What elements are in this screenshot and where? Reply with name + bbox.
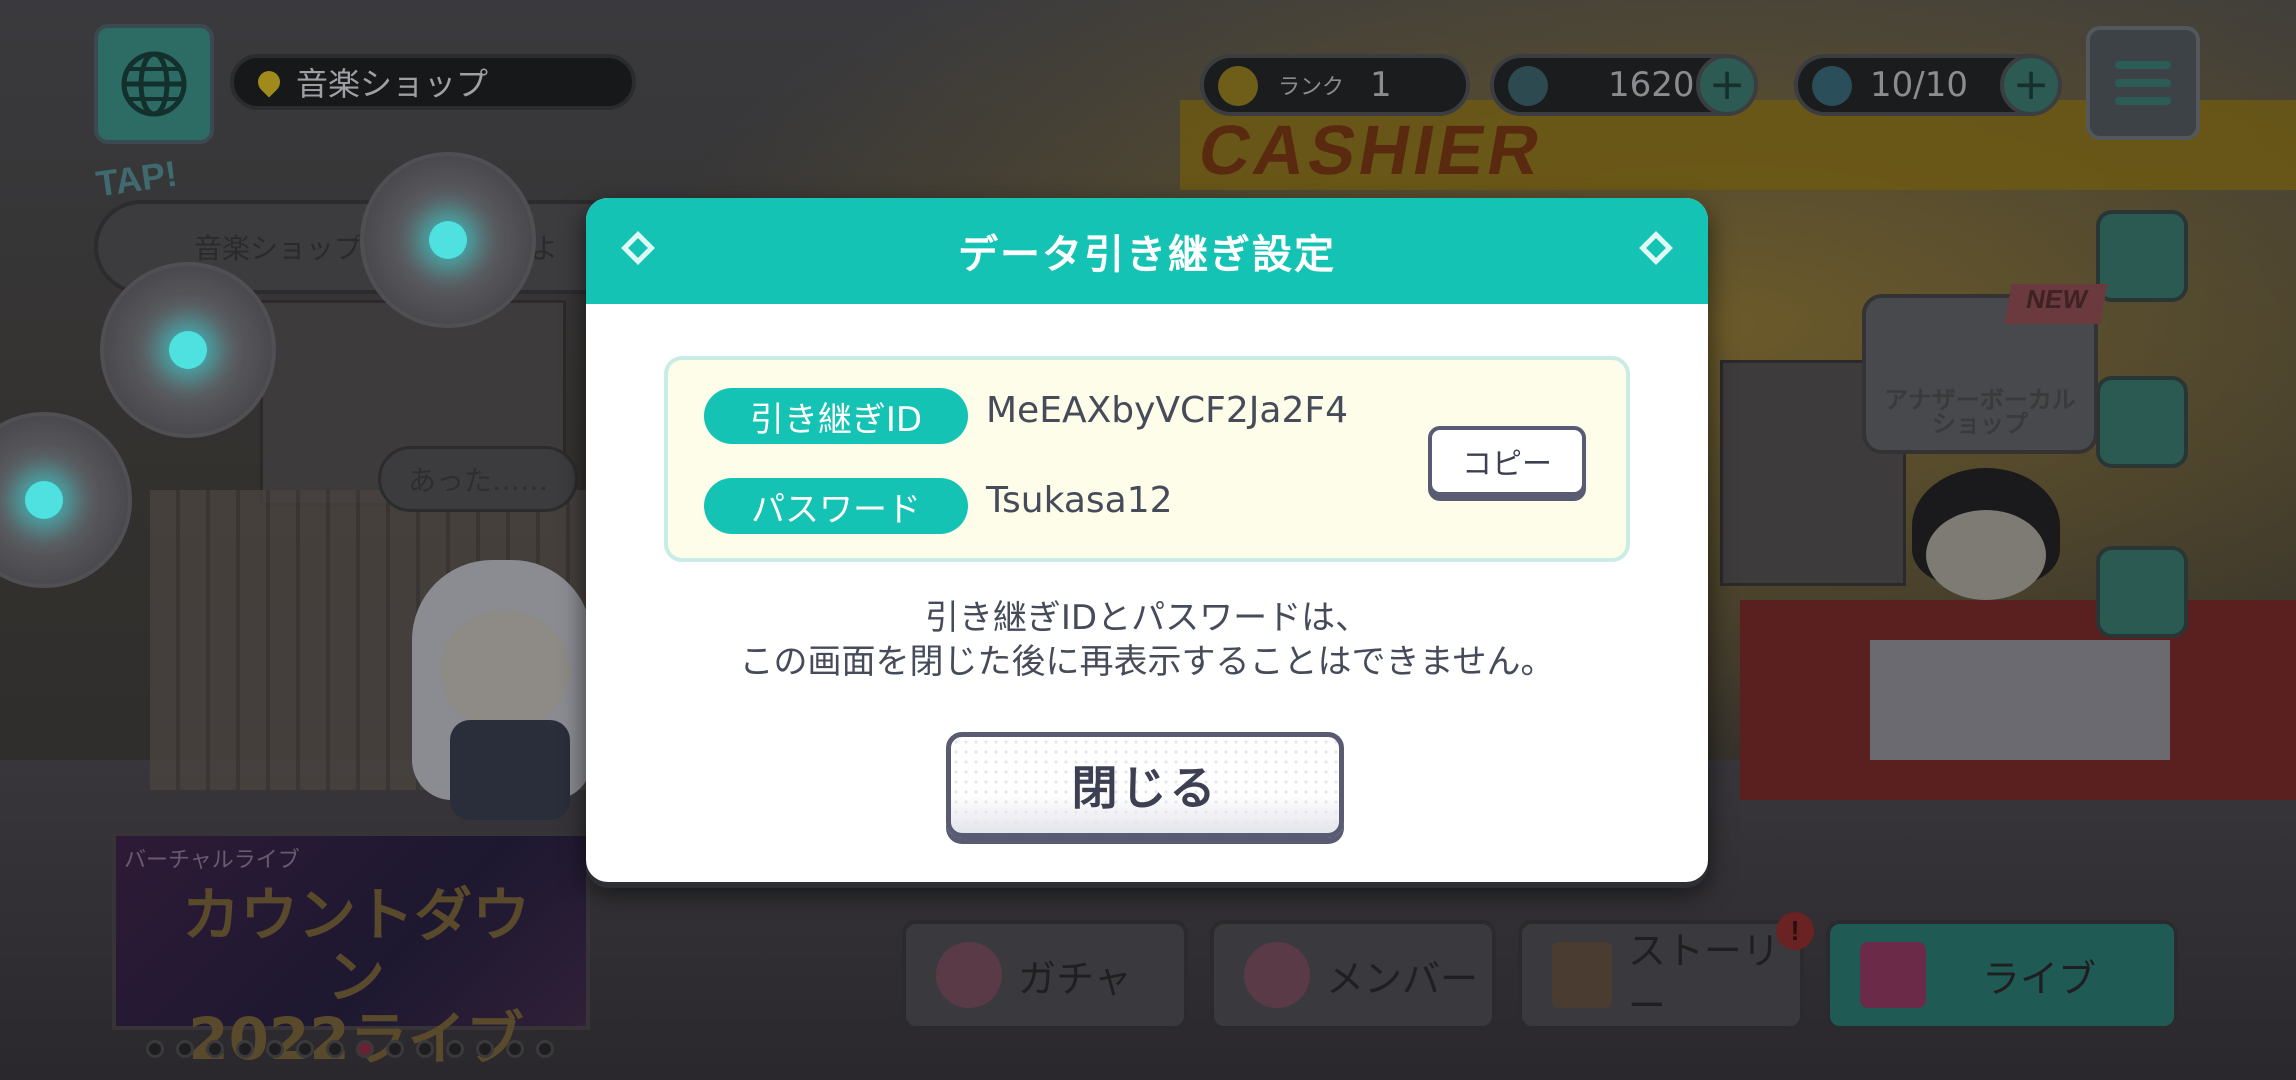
menu-icon-line [2115, 97, 2171, 105]
carousel-dot-active[interactable] [356, 1040, 374, 1058]
world-map-button[interactable] [94, 24, 214, 144]
crystal-icon [1508, 66, 1548, 106]
rank-indicator: ランク 1 [1200, 54, 1470, 116]
credentials-box: 引き継ぎID MeEAXbyVCF2Ja2F4 パスワード Tsukasa12 … [664, 356, 1630, 562]
tap-label: TAP! [93, 152, 180, 205]
another-vocal-shop-label: アナザーボーカル ショップ [1884, 386, 2076, 438]
menu-icon-line [2115, 79, 2171, 87]
transfer-id-label: 引き継ぎID [704, 388, 968, 444]
nav-live-button[interactable]: ライブ [1826, 920, 2178, 1030]
gacha-icon [936, 942, 1002, 1008]
carousel-dot[interactable] [416, 1040, 434, 1058]
orb-core [25, 481, 63, 519]
nav-story-label: ストーリー [1627, 929, 1780, 1028]
diamond-ornament-icon [621, 231, 655, 265]
carousel-dot[interactable] [146, 1040, 164, 1058]
crystal-value: 1620 [1608, 65, 1695, 105]
menu-icon [2115, 61, 2171, 69]
add-stamina-button[interactable]: + [2000, 54, 2062, 116]
music-note-icon [1218, 66, 1258, 106]
nav-live-label: ライブ [1982, 956, 2097, 1001]
new-badge: NEW [2004, 284, 2108, 324]
rank-label: ランク [1278, 75, 1345, 100]
add-crystal-button[interactable]: + [1696, 54, 1758, 116]
nav-member-button[interactable]: メンバー [1210, 920, 1496, 1030]
shopkeeper-face [1926, 510, 2046, 600]
carousel-dot[interactable] [176, 1040, 194, 1058]
password-label: パスワード [704, 478, 968, 534]
carousel-dot[interactable] [446, 1040, 464, 1058]
carousel-dot[interactable] [266, 1040, 284, 1058]
carousel-dot[interactable] [476, 1040, 494, 1058]
nav-member-label: メンバー [1326, 956, 1479, 1001]
character-speech-bubble[interactable]: あった…… [378, 446, 578, 512]
main-menu-button[interactable] [2086, 26, 2200, 140]
character-kanade-body [450, 720, 570, 820]
password-value: Tsukasa12 [986, 480, 1173, 521]
live-music-note-icon [1860, 942, 1926, 1008]
cashier-sign: CASHIER [1193, 111, 1550, 189]
friends-icon[interactable] [2096, 546, 2188, 638]
stamina-value: 10/10 [1870, 65, 1968, 105]
carousel-dot[interactable] [206, 1040, 224, 1058]
orb-core [429, 221, 467, 259]
sparkle-orb[interactable] [100, 262, 276, 438]
carousel-dot[interactable] [536, 1040, 554, 1058]
notice-line-2: この画面を閉じた後に再表示することはできません。 [739, 642, 1555, 682]
carousel-dot[interactable] [236, 1040, 254, 1058]
event-banner[interactable]: バーチャルライブ カウントダウン 2022ライブ [112, 832, 590, 1070]
carousel-dot[interactable] [326, 1040, 344, 1058]
gift-icon[interactable] [2096, 210, 2188, 302]
location-pin-icon [253, 66, 285, 98]
crystal-counter: 1620 + [1490, 54, 1758, 116]
dialog-header: データ引き継ぎ設定 [586, 198, 1708, 304]
story-alert-badge: ! [1776, 912, 1814, 950]
nav-story-button[interactable]: ストーリー [1518, 920, 1804, 1030]
carousel-dot[interactable] [386, 1040, 404, 1058]
location-indicator: 音楽ショップ [230, 54, 636, 110]
transfer-id-value: MeEAXbyVCF2Ja2F4 [986, 390, 1348, 431]
mission-clipboard-icon[interactable] [2096, 376, 2188, 468]
data-transfer-dialog: データ引き継ぎ設定 引き継ぎID MeEAXbyVCF2Ja2F4 パスワード … [586, 198, 1708, 882]
dialog-title: データ引き継ぎ設定 [958, 232, 1336, 278]
banner-tag: バーチャルライブ [124, 848, 300, 873]
carousel-dot[interactable] [506, 1040, 524, 1058]
globe-icon [121, 51, 187, 117]
carousel-dot[interactable] [296, 1040, 314, 1058]
nav-gacha-button[interactable]: ガチャ [902, 920, 1188, 1030]
member-headphones-icon [1244, 942, 1310, 1008]
copy-button[interactable]: コピー [1428, 426, 1586, 496]
story-book-icon [1552, 942, 1612, 1008]
character-kanade-face [440, 610, 570, 730]
notice-line-1: 引き継ぎIDとパスワードは、 [924, 598, 1370, 638]
transfer-notice: 引き継ぎIDとパスワードは、 この画面を閉じた後に再表示することはできません。 [586, 596, 1708, 684]
sparkle-orb[interactable] [360, 152, 536, 328]
stamina-counter: 10/10 + [1794, 54, 2062, 116]
location-name: 音楽ショップ [296, 65, 489, 103]
diamond-ornament-icon [1639, 231, 1673, 265]
rank-value: 1 [1370, 65, 1392, 105]
stamina-bottle-icon [1812, 66, 1852, 106]
close-button[interactable]: 閉じる [946, 732, 1344, 838]
nav-gacha-label: ガチャ [1018, 956, 1132, 1001]
sparkle-orb[interactable] [0, 412, 132, 588]
counter-top [1870, 640, 2170, 760]
banner-carousel-dots [146, 1040, 554, 1058]
orb-core [169, 331, 207, 369]
